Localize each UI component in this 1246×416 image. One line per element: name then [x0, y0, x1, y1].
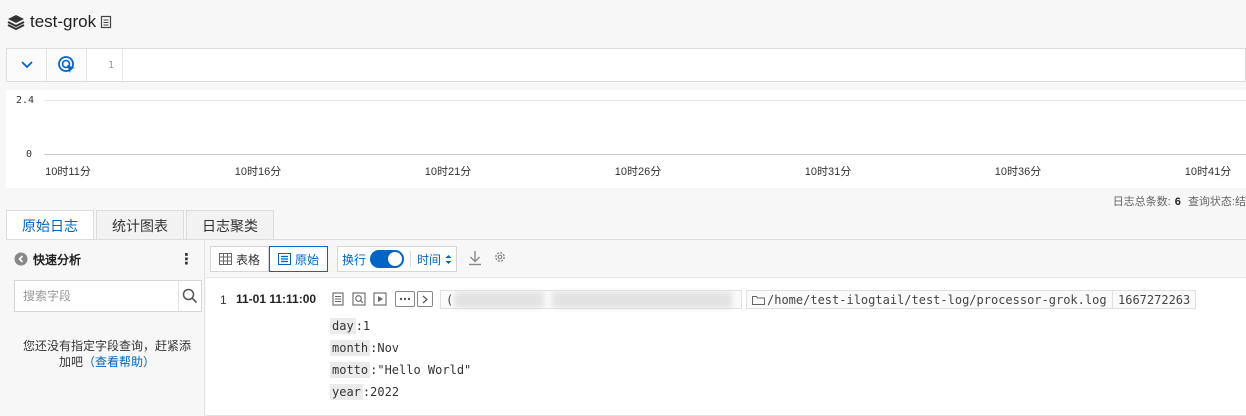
field-separator: :: [362, 385, 371, 399]
field-value[interactable]: 1: [363, 319, 370, 333]
empty-field-tip: 您还没有指定字段查询，赶紧添加吧（查看帮助）: [18, 338, 196, 370]
x-tick: 10时26分: [614, 166, 662, 178]
field-key[interactable]: day: [330, 318, 356, 334]
sort-icon: [445, 254, 452, 264]
x-axis-line: [44, 154, 1246, 155]
log-field: year:2022: [330, 384, 399, 400]
y-tick-bottom: 0: [26, 149, 33, 160]
tab-chart[interactable]: 统计图表: [96, 210, 184, 240]
list-icon: [278, 253, 292, 265]
log-source-prefix: (: [446, 292, 454, 307]
sort-time-label: 时间: [417, 252, 442, 267]
more-options-icon[interactable]: ⋮: [179, 250, 194, 268]
log-field: motto: "Hello World": [330, 362, 471, 378]
wrap-control: 换行 时间: [337, 246, 458, 272]
result-tabs: 原始日志 统计图表 日志聚类: [6, 210, 274, 241]
query-status-value: 结: [1235, 196, 1246, 208]
field-key[interactable]: motto: [330, 362, 371, 378]
x-tick: 10时31分: [804, 166, 852, 178]
gridline-top: [44, 100, 1246, 101]
field-separator: :: [355, 319, 363, 333]
log-toolbar: 表格 原始 换行 时间: [206, 240, 1246, 278]
raw-view-label: 原始: [295, 252, 320, 267]
more-actions-icon[interactable]: [395, 291, 415, 307]
view-mode-switch: 表格 原始: [210, 246, 329, 272]
raw-log-panel: 表格 原始 换行 时间 1 11-01 11:11:00 (/home/tes…: [206, 240, 1246, 416]
query-bar: 1: [6, 48, 1246, 82]
x-tick: 10时36分: [994, 166, 1042, 178]
table-view-label: 表格: [236, 252, 261, 267]
cursor-target-icon: [57, 56, 75, 73]
wrap-label: 换行: [342, 252, 367, 267]
field-search-button[interactable]: [178, 281, 201, 311]
field-key[interactable]: year: [330, 384, 363, 400]
copy-log-icon[interactable]: [330, 291, 346, 307]
x-tick: 10时16分: [234, 166, 282, 178]
folder-icon: [752, 295, 765, 305]
y-tick-top: 2.4: [16, 95, 35, 106]
toggle-knob: [388, 252, 403, 266]
field-value[interactable]: "Hello World": [377, 363, 471, 377]
sort-time-select[interactable]: 时间: [417, 251, 452, 268]
quick-analysis-panel: 快速分析 ⋮ 您还没有指定字段查询，赶紧添加吧（查看帮助）: [6, 240, 205, 416]
query-assist-button[interactable]: [47, 49, 87, 81]
log-time: 11-01 11:11:00: [236, 292, 317, 306]
log-count-label: 日志总条数:: [1112, 196, 1171, 208]
redacted-area: [454, 292, 544, 308]
table-view-button[interactable]: 表格: [210, 246, 270, 272]
field-value[interactable]: Nov: [377, 341, 399, 355]
chevron-down-icon: [20, 61, 33, 69]
field-separator: :: [370, 341, 378, 355]
x-tick: 10时11分: [45, 166, 91, 178]
collapse-left-icon[interactable]: [14, 252, 28, 266]
query-status-label: 查询状态:: [1187, 196, 1235, 208]
x-tick: 10时21分: [424, 166, 472, 178]
quick-analysis-header: 快速分析 ⋮: [14, 250, 194, 268]
logstore-icon: [6, 13, 26, 31]
wrap-toggle[interactable]: [370, 250, 405, 268]
quick-analysis-title: 快速分析: [33, 252, 82, 267]
download-icon[interactable]: [468, 250, 482, 271]
log-count-value: 6: [1174, 196, 1181, 208]
divider: [410, 251, 412, 267]
field-key[interactable]: month: [330, 340, 371, 356]
field-search-input[interactable]: [15, 281, 178, 311]
result-stats: 日志总条数: 6 查询状态:结: [1113, 193, 1246, 209]
editor-line-number: 1: [87, 49, 123, 81]
raw-view-button[interactable]: 原始: [269, 246, 329, 272]
tab-raw-logs[interactable]: 原始日志: [6, 210, 94, 241]
log-histogram[interactable]: 2.4 0 10时11分 10时16分 10时21分 10时26分 10时31分…: [6, 90, 1246, 188]
table-icon: [219, 253, 232, 265]
redacted-area: [552, 292, 732, 308]
page-title: test-grok: [30, 12, 97, 31]
log-timestamp-tag[interactable]: 1667272263: [1112, 290, 1197, 309]
log-path-tag[interactable]: /home/test-ilogtail/test-log/processor-g…: [746, 290, 1113, 309]
log-entry: 1 11-01 11:11:00 (/home/test-ilogtail/t…: [206, 280, 1246, 416]
expand-query-button[interactable]: [7, 49, 47, 81]
field-value[interactable]: 2022: [370, 385, 399, 399]
tab-log-cluster[interactable]: 日志聚类: [186, 210, 274, 240]
chevron-right-icon[interactable]: [417, 291, 433, 307]
query-editor[interactable]: [123, 49, 1245, 81]
field-search: [14, 280, 202, 312]
log-field: month: Nov: [330, 340, 399, 356]
help-link[interactable]: （查看帮助）: [83, 355, 155, 369]
log-timestamp: 1667272263: [1118, 292, 1191, 307]
x-tick: 10时41分: [1184, 166, 1232, 178]
gear-icon[interactable]: [493, 250, 507, 269]
page-header: test-grok: [6, 9, 112, 35]
live-tail-icon[interactable]: [372, 291, 388, 307]
copy-icon[interactable]: [100, 15, 112, 29]
context-browse-icon[interactable]: [351, 291, 367, 307]
search-icon: [182, 288, 198, 304]
field-separator: :: [370, 363, 378, 377]
log-row-number: 1: [220, 293, 227, 307]
log-field: day:1: [330, 318, 370, 334]
log-path: /home/test-ilogtail/test-log/processor-g…: [767, 292, 1107, 307]
